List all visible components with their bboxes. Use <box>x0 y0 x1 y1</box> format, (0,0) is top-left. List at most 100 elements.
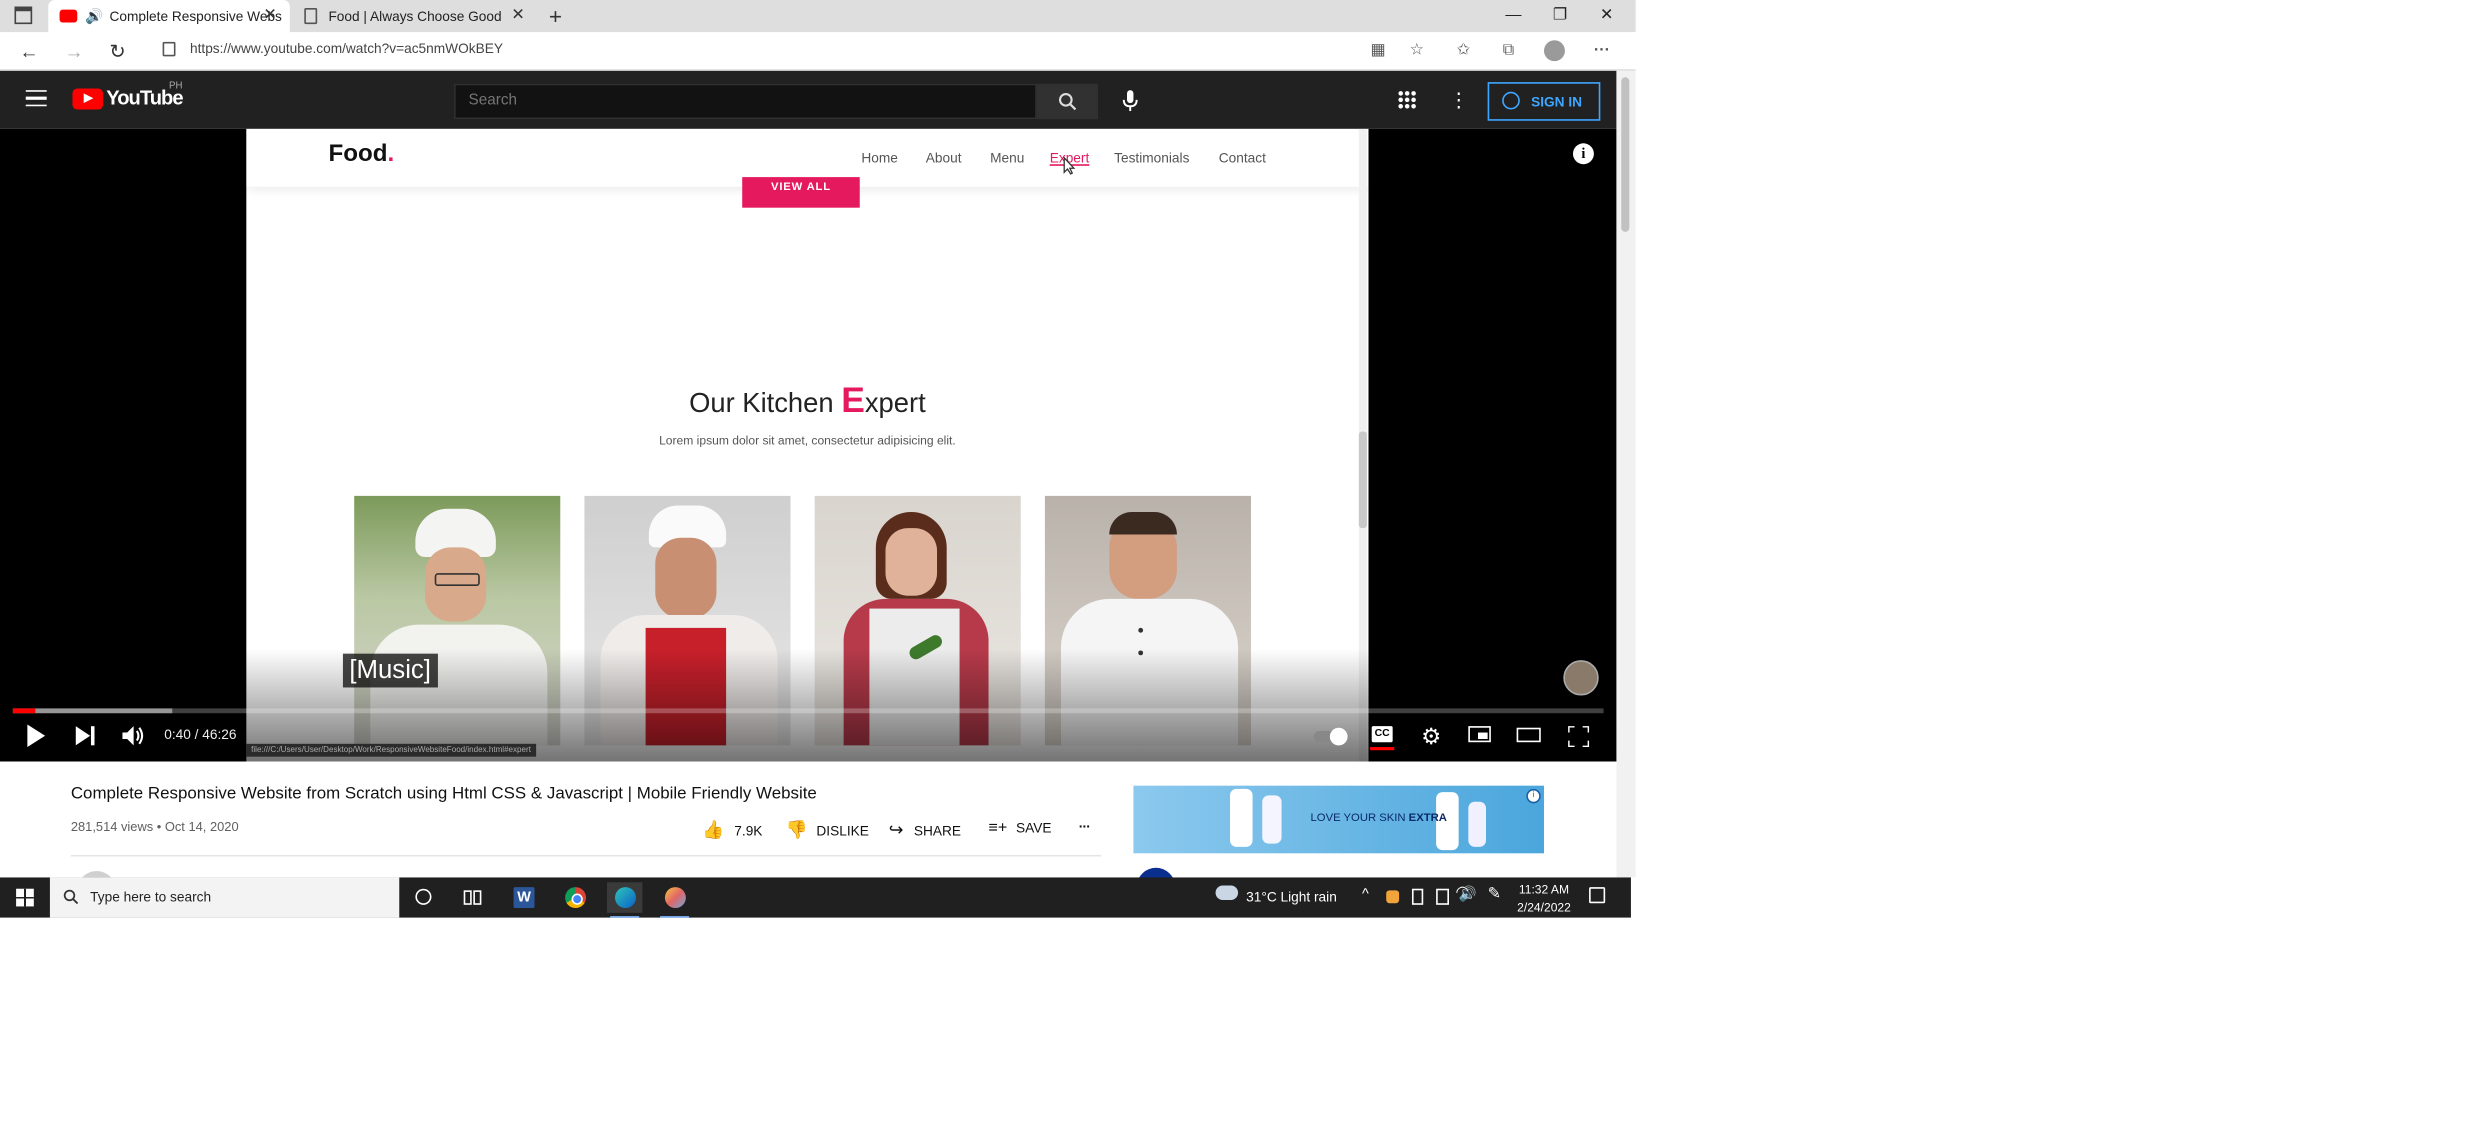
profile-avatar[interactable] <box>1543 40 1565 62</box>
settings-button[interactable]: ⚙ <box>1410 718 1452 753</box>
page-scroll-thumb[interactable] <box>1621 77 1630 232</box>
collections-icon[interactable]: ⧉ <box>1494 37 1523 66</box>
taskbar-search-box[interactable]: Type here to search <box>49 877 400 918</box>
more-actions-button[interactable]: ... <box>1079 815 1090 831</box>
cc-icon: CC <box>1371 726 1393 743</box>
thumbs-up-icon: 👍 <box>701 821 725 841</box>
section-subtitle: Lorem ipsum dolor sit amet, consectetur … <box>659 433 956 448</box>
more-menu-icon[interactable]: ··· <box>1587 37 1616 66</box>
weather-widget[interactable]: 31°C Light rain <box>1246 889 1337 905</box>
miniplayer-button[interactable] <box>1459 718 1501 753</box>
theater-mode-button[interactable] <box>1509 718 1551 753</box>
apps-grid-icon[interactable] <box>1397 90 1417 110</box>
miniplayer-icon <box>1468 726 1491 743</box>
next-button[interactable] <box>64 718 106 753</box>
tab-food[interactable]: Food | Always Choose Good ✕ <box>296 0 538 32</box>
save-playlist-icon: ≡+ <box>988 819 1008 838</box>
dislike-button[interactable]: 👎 DISLIKE <box>786 819 869 840</box>
task-view-icon[interactable] <box>454 882 489 913</box>
pen-icon[interactable]: ✎ <box>1488 886 1502 904</box>
captions-button[interactable]: CC <box>1360 718 1402 753</box>
nav-contact: Contact <box>1218 149 1266 166</box>
sign-in-button[interactable]: SIGN IN <box>1487 82 1601 121</box>
cloud-rain-icon <box>1215 885 1239 900</box>
lock-icon[interactable] <box>162 41 176 57</box>
volume-tray-icon[interactable]: 🔊 <box>1459 886 1477 904</box>
settings-dots-icon[interactable]: ⋮ <box>1449 87 1468 113</box>
mouse-cursor-icon <box>1063 156 1076 175</box>
theater-icon <box>1516 727 1541 743</box>
forward-button[interactable]: → <box>58 35 90 67</box>
region-code: PH <box>169 82 183 92</box>
share-button[interactable]: ↪ SHARE <box>889 819 961 840</box>
edge-app-icon[interactable] <box>606 882 643 918</box>
microphone-icon <box>1122 90 1138 112</box>
fullscreen-icon <box>1565 724 1590 749</box>
close-tab-icon[interactable]: ✕ <box>263 0 277 32</box>
search-input[interactable] <box>468 91 1016 110</box>
tab-youtube[interactable]: 🔊 Complete Responsive Webs ✕ <box>48 0 290 33</box>
favorites-icon[interactable]: ✩ <box>1449 37 1478 66</box>
progress-buffered <box>12 708 172 714</box>
close-window-button[interactable]: ✕ <box>1584 0 1629 32</box>
windows-start-button[interactable] <box>16 888 34 907</box>
save-button[interactable]: ≡+ SAVE <box>989 819 1052 837</box>
nav-about: About <box>925 149 962 166</box>
ad-banner[interactable]: LOVE YOUR SKIN EXTRA i <box>1133 785 1544 854</box>
restore-button[interactable]: ❐ <box>1538 0 1583 32</box>
gear-icon: ⚙ <box>1421 722 1442 749</box>
ad-text: LOVE YOUR SKIN EXTRA <box>1310 813 1447 825</box>
chrome-app-icon[interactable] <box>557 882 592 913</box>
taskbar-search-placeholder: Type here to search <box>90 888 212 905</box>
fullscreen-button[interactable] <box>1557 718 1599 753</box>
cortana-icon[interactable] <box>406 882 441 913</box>
battery-icon[interactable] <box>1436 888 1449 905</box>
like-count: 7.9K <box>734 822 763 839</box>
page-scrollbar[interactable] <box>1616 70 1636 878</box>
tray-app-icon[interactable] <box>1386 890 1400 904</box>
back-button[interactable]: ← <box>13 35 45 67</box>
like-button[interactable]: 👍 7.9K <box>702 819 763 840</box>
tab-title: Complete Responsive Webs <box>109 8 282 25</box>
search-box[interactable] <box>454 83 1037 120</box>
play-button[interactable] <box>14 718 56 753</box>
autoplay-toggle[interactable] <box>1309 718 1351 753</box>
taskbar-clock[interactable]: 11:32 AM 2/24/2022 <box>1510 881 1578 916</box>
frame-scroll-thumb <box>1358 431 1367 529</box>
word-app-icon[interactable]: W <box>506 882 541 913</box>
tab-actions-icon[interactable] <box>14 6 33 25</box>
nav-testimonials: Testimonials <box>1114 149 1190 166</box>
speaker-icon[interactable]: 🔊 <box>85 0 103 32</box>
ad-channel-avatar <box>1136 867 1176 878</box>
divider <box>70 854 1102 857</box>
close-tab-icon[interactable]: ✕ <box>511 0 525 32</box>
video-title: Complete Responsive Website from Scratch… <box>70 784 817 804</box>
search-icon <box>1058 92 1077 111</box>
nav-menu: Menu <box>990 149 1025 166</box>
food-logo: Food. <box>328 140 395 168</box>
refresh-button[interactable]: ↻ <box>101 35 133 67</box>
minimize-button[interactable]: — <box>1491 0 1536 32</box>
volume-icon <box>122 726 144 746</box>
url-field[interactable]: https://www.youtube.com/watch?v=ac5nmWOk… <box>190 40 503 56</box>
hamburger-menu-icon[interactable] <box>25 90 47 107</box>
ad-info-icon[interactable]: i <box>1526 788 1541 804</box>
notification-icon[interactable] <box>1589 887 1606 904</box>
usb-device-icon[interactable] <box>1411 888 1424 905</box>
video-player[interactable]: Food. Home About Menu Expert Testimonial… <box>0 128 1617 762</box>
paint-app-icon[interactable] <box>657 882 692 918</box>
volume-button[interactable] <box>113 718 155 753</box>
new-tab-button[interactable]: + <box>541 0 570 32</box>
time-display: 0:40 / 46:26 <box>164 726 237 743</box>
progress-bar[interactable] <box>12 708 1604 714</box>
product-bottle <box>1468 801 1487 847</box>
voice-search-button[interactable] <box>1113 84 1148 119</box>
thumbs-down-icon: 👎 <box>785 821 808 841</box>
chevron-up-icon[interactable]: ^ <box>1362 886 1369 902</box>
youtube-header: YouTube PH ⋮ SIGN IN <box>0 70 1617 129</box>
search-button[interactable] <box>1036 83 1099 120</box>
app-available-icon[interactable]: ▦ <box>1364 37 1393 66</box>
channel-watermark-icon[interactable] <box>1563 660 1599 696</box>
favorite-star-icon[interactable]: ☆ <box>1402 37 1431 66</box>
info-icon[interactable]: i <box>1572 143 1594 165</box>
